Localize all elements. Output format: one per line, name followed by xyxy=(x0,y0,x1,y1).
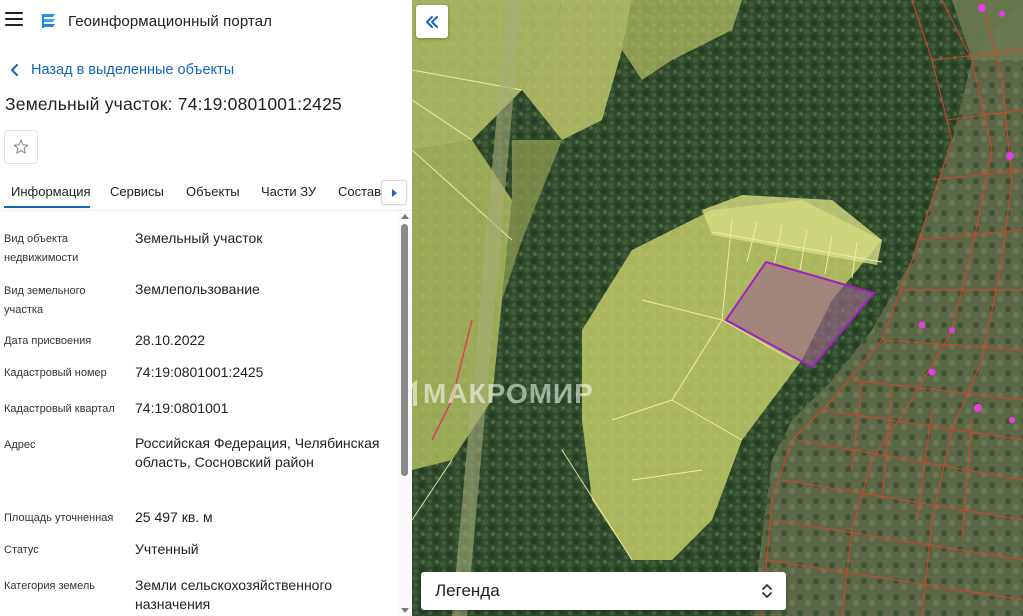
tab-parcel-parts[interactable]: Части ЗУ xyxy=(261,184,316,199)
property-value: 28.10.2022 xyxy=(135,332,206,348)
property-value: Землепользование xyxy=(135,281,260,297)
scroll-thumb[interactable] xyxy=(401,224,408,476)
tabs-scroll-right-button[interactable] xyxy=(381,180,407,205)
object-title: Земельный участок: 74:19:0801001:2425 xyxy=(5,94,342,114)
app-title: Геоинформационный портал xyxy=(68,13,273,30)
property-value: Российская Федерация, Челябинская област… xyxy=(135,435,380,470)
property-label: Вид земельного участка xyxy=(4,285,86,316)
scroll-down-icon[interactable] xyxy=(401,608,409,613)
property-label: Вид объекта недвижимости xyxy=(4,233,79,264)
map-view[interactable]: МАКРОМИР Легенда xyxy=(412,0,1023,616)
watermark-logo-icon xyxy=(412,379,417,406)
property-label: Кадастровый квартал xyxy=(4,403,115,415)
portal-logo-icon xyxy=(41,14,55,28)
tabs-divider xyxy=(0,210,412,211)
properties-list: Вид объекта недвижимости Земельный участ… xyxy=(0,212,398,616)
double-chevron-left-icon xyxy=(426,15,438,28)
tab-information[interactable]: Информация xyxy=(11,184,91,199)
scroll-up-icon[interactable] xyxy=(401,214,409,219)
property-value: Учтенный xyxy=(135,541,199,557)
tab-objects[interactable]: Объекты xyxy=(186,184,240,199)
legend-dropdown[interactable]: Легенда xyxy=(421,572,786,610)
chevron-left-icon xyxy=(11,64,18,76)
property-label: Кадастровый номер xyxy=(4,367,107,379)
back-to-selected-link[interactable]: Назад в выделенные объекты xyxy=(6,59,234,81)
satellite-map-image xyxy=(412,0,1023,616)
property-label: Дата присвоения xyxy=(4,335,92,347)
info-panel: Геоинформационный портал Назад в выделен… xyxy=(0,0,412,616)
top-bar: Геоинформационный портал xyxy=(0,0,412,44)
watermark: МАКРОМИР xyxy=(412,378,594,410)
legend-label: Легенда xyxy=(435,581,500,600)
tab-services[interactable]: Сервисы xyxy=(110,184,164,199)
property-label: Площадь уточненная xyxy=(4,512,114,524)
tab-composition[interactable]: Состав xyxy=(338,184,381,199)
collapse-panel-button[interactable] xyxy=(416,5,448,38)
property-value: Земли сельскохозяйственного назначения xyxy=(135,577,333,612)
favorite-button[interactable] xyxy=(4,130,38,164)
property-value: 74:19:0801001:2425 xyxy=(135,364,264,380)
unfold-icon xyxy=(762,584,772,598)
property-value: Земельный участок xyxy=(135,230,263,246)
property-label: Статус xyxy=(4,544,39,556)
active-tab-indicator xyxy=(4,206,90,208)
property-label: Категория земель xyxy=(4,580,95,592)
watermark-text: МАКРОМИР xyxy=(423,378,594,409)
tab-bar: Информация Сервисы Объекты Части ЗУ Сост… xyxy=(0,174,412,210)
property-label: Адрес xyxy=(4,439,36,451)
property-value: 25 497 кв. м xyxy=(135,509,213,525)
back-link-label: Назад в выделенные объекты xyxy=(31,62,235,78)
caret-right-icon xyxy=(392,188,397,197)
property-value: 74:19:0801001 xyxy=(135,400,229,416)
menu-icon[interactable] xyxy=(5,12,23,28)
properties-scrollbar[interactable] xyxy=(398,212,412,616)
star-outline-icon xyxy=(13,139,29,154)
